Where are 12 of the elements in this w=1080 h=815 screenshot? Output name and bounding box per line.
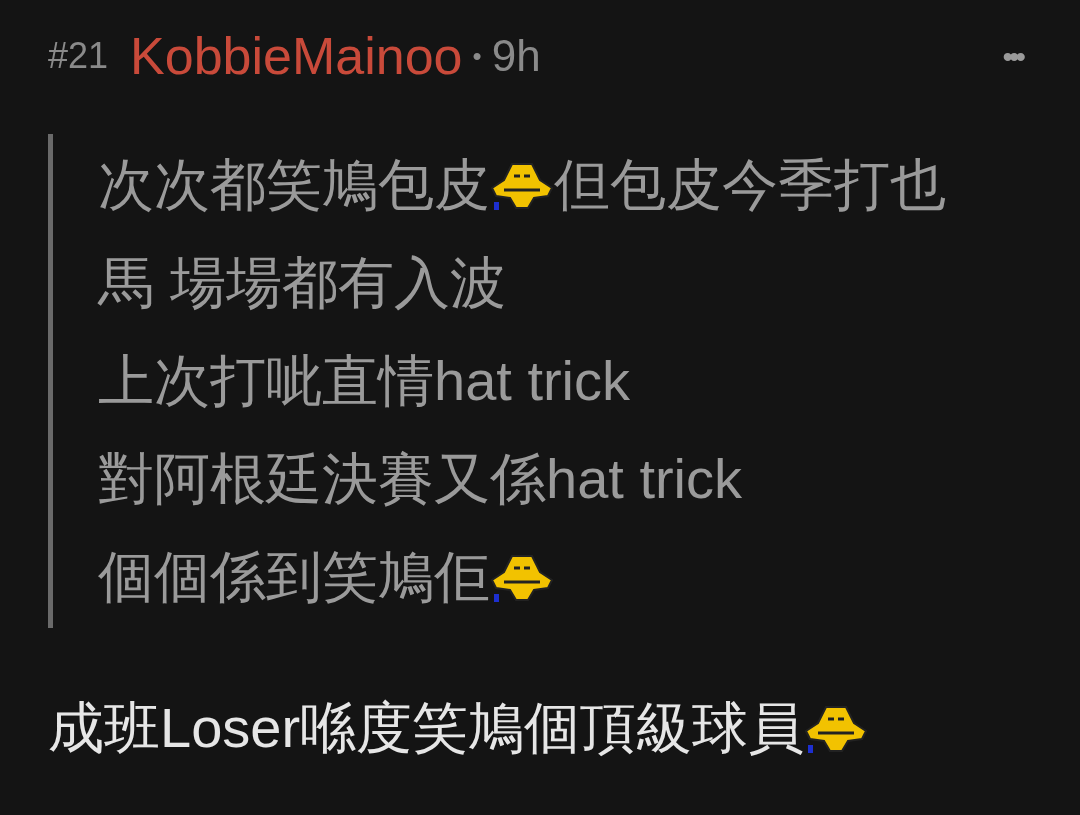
quote-text: 對阿根廷決賽又係hat trick bbox=[98, 446, 743, 512]
quote-text: 次次都笑鳩包皮 bbox=[98, 152, 490, 218]
username[interactable]: KobbieMainoo bbox=[130, 17, 463, 95]
quote-text: 個個係到笑鳩佢 bbox=[98, 544, 490, 610]
post-number: #21 bbox=[48, 34, 109, 78]
more-button[interactable]: ••• bbox=[1002, 33, 1022, 79]
post-time: 9h bbox=[491, 30, 541, 82]
separator-dot: • bbox=[472, 39, 482, 73]
quote-text: 但包皮今季打也 bbox=[554, 152, 946, 218]
quote-text: 上次打呲直情hat trick bbox=[98, 348, 631, 414]
reply-text: 成班Loser喺度笑鳩個頂級球員 bbox=[48, 695, 805, 761]
quote-text: 馬 場場都有入波 bbox=[98, 250, 506, 316]
